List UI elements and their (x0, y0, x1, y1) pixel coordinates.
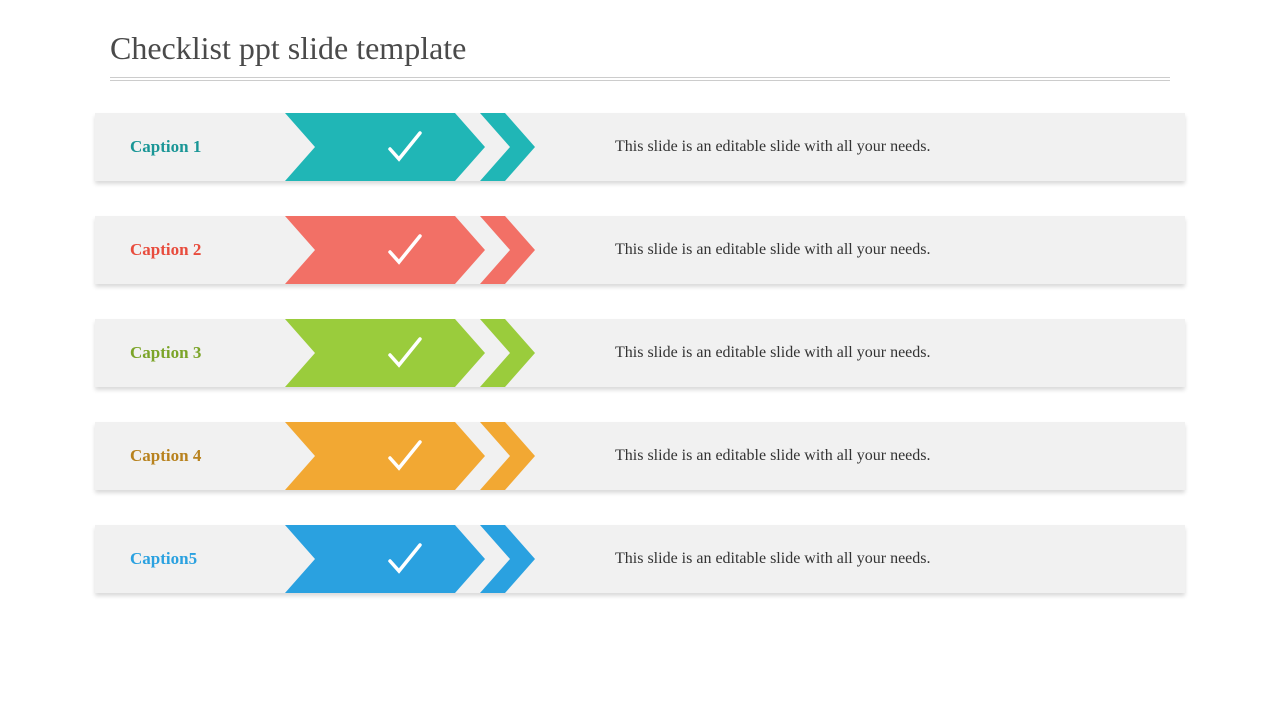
checklist-row: Caption 4 This slide is an editable slid… (95, 422, 1185, 490)
check-icon (385, 333, 425, 373)
row-caption: Caption 3 (95, 343, 285, 363)
arrow-block (285, 319, 535, 387)
arrow-chevron-icon (480, 319, 535, 387)
row-description: This slide is an editable slide with all… (535, 447, 1185, 465)
arrow-chevron-icon (480, 422, 535, 490)
row-caption: Caption 1 (95, 137, 285, 157)
slide-title: Checklist ppt slide template (110, 30, 1170, 78)
check-icon (385, 127, 425, 167)
row-description: This slide is an editable slide with all… (535, 241, 1185, 259)
checklist-row: Caption5 This slide is an editable slide… (95, 525, 1185, 593)
check-icon (385, 436, 425, 476)
arrow-block (285, 216, 535, 284)
checklist-row: Caption 3 This slide is an editable slid… (95, 319, 1185, 387)
arrow-chevron-icon (480, 113, 535, 181)
row-description: This slide is an editable slide with all… (535, 344, 1185, 362)
row-description: This slide is an editable slide with all… (535, 138, 1185, 156)
row-description: This slide is an editable slide with all… (535, 550, 1185, 568)
row-caption: Caption5 (95, 549, 285, 569)
checklist-row: Caption 1 This slide is an editable slid… (95, 113, 1185, 181)
arrow-chevron-icon (480, 216, 535, 284)
arrow-block (285, 525, 535, 593)
slide-container: Checklist ppt slide template Caption 1 T… (0, 0, 1280, 623)
checklist-rows: Caption 1 This slide is an editable slid… (95, 113, 1185, 593)
row-caption: Caption 2 (95, 240, 285, 260)
arrow-chevron-icon (480, 525, 535, 593)
check-icon (385, 539, 425, 579)
row-caption: Caption 4 (95, 446, 285, 466)
arrow-block (285, 422, 535, 490)
checklist-row: Caption 2 This slide is an editable slid… (95, 216, 1185, 284)
check-icon (385, 230, 425, 270)
arrow-block (285, 113, 535, 181)
